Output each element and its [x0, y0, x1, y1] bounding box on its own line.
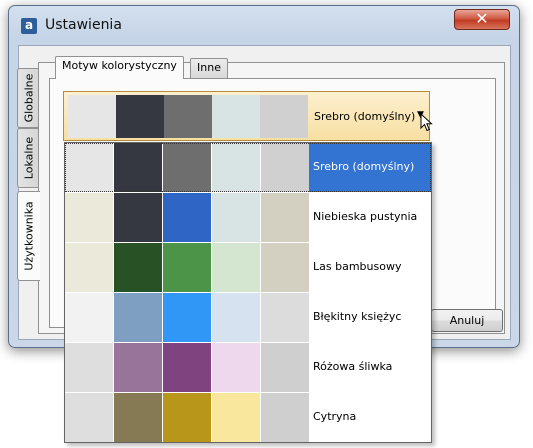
- option-swatches: [65, 243, 310, 292]
- theme-option[interactable]: Srebro (domyślny): [65, 143, 431, 193]
- option-swatch: [114, 393, 162, 442]
- option-swatch: [163, 393, 211, 442]
- theme-dropdown-list[interactable]: Srebro (domyślny) Niebieska pustynia Las…: [64, 142, 432, 443]
- option-swatch: [114, 193, 162, 242]
- theme-option[interactable]: Błękitny księżyc: [65, 293, 431, 343]
- theme-option[interactable]: Niebieska pustynia: [65, 193, 431, 243]
- option-swatch: [261, 193, 309, 242]
- tab-globalne[interactable]: Globalne: [17, 68, 39, 128]
- option-label: Srebro (domyślny): [313, 160, 415, 173]
- tab-inne[interactable]: Inne: [190, 58, 228, 78]
- option-swatch: [261, 143, 309, 192]
- combo-swatch: [68, 95, 116, 138]
- option-swatch: [212, 143, 260, 192]
- tab-lokalne[interactable]: Lokalne: [17, 128, 39, 188]
- combo-swatches: [68, 95, 308, 138]
- window-title: Ustawienia: [45, 17, 122, 33]
- combo-swatch: [164, 95, 212, 138]
- option-swatch: [212, 393, 260, 442]
- tab-uzytkownika[interactable]: Użytkownika: [17, 191, 40, 281]
- option-label: Błękitny księżyc: [313, 310, 402, 323]
- tab-lokalne-label: Lokalne: [22, 136, 35, 180]
- option-swatch: [65, 193, 113, 242]
- option-swatch: [65, 343, 113, 392]
- option-swatch: [163, 243, 211, 292]
- tab-motyw-kolorystyczny[interactable]: Motyw kolorystyczny: [55, 56, 184, 79]
- combo-swatch: [260, 95, 308, 138]
- theme-combobox[interactable]: Srebro (domyślny) ▼: [63, 91, 430, 141]
- option-swatch: [65, 143, 113, 192]
- option-swatch: [114, 143, 162, 192]
- option-swatch: [65, 243, 113, 292]
- option-label: Niebieska pustynia: [313, 210, 418, 223]
- option-swatch: [212, 343, 260, 392]
- close-button[interactable]: ✕: [454, 9, 510, 30]
- option-swatch: [65, 393, 113, 442]
- option-swatch: [65, 293, 113, 342]
- option-swatch: [163, 143, 211, 192]
- combo-swatch: [116, 95, 164, 138]
- option-swatch: [163, 193, 211, 242]
- option-swatches: [65, 293, 310, 342]
- tab-globalne-label: Globalne: [22, 73, 35, 123]
- option-label: Różowa śliwka: [313, 360, 393, 373]
- theme-option[interactable]: Cytryna: [65, 393, 431, 443]
- title-bar[interactable]: a Ustawienia ✕: [9, 6, 519, 46]
- option-swatch: [212, 293, 260, 342]
- option-swatch: [163, 293, 211, 342]
- option-swatch: [163, 343, 211, 392]
- option-swatches: [65, 343, 310, 392]
- theme-option[interactable]: Las bambusowy: [65, 243, 431, 293]
- option-swatch: [261, 293, 309, 342]
- option-label: Las bambusowy: [313, 260, 402, 273]
- combo-selected-label: Srebro (domyślny): [314, 110, 416, 123]
- option-swatch: [114, 243, 162, 292]
- mouse-cursor-icon: [420, 113, 433, 132]
- tab-uzytkownika-label: Użytkownika: [22, 201, 36, 271]
- option-swatch: [114, 343, 162, 392]
- app-icon: a: [21, 18, 37, 34]
- option-swatch: [212, 193, 260, 242]
- combo-swatch: [212, 95, 260, 138]
- cancel-button[interactable]: Anuluj: [431, 309, 503, 332]
- option-swatch: [261, 393, 309, 442]
- option-swatch: [114, 293, 162, 342]
- option-swatch: [261, 343, 309, 392]
- option-swatch: [261, 243, 309, 292]
- option-swatches: [65, 143, 310, 192]
- option-swatch: [212, 243, 260, 292]
- option-swatches: [65, 193, 310, 242]
- option-swatches: [65, 393, 310, 442]
- option-label: Cytryna: [313, 410, 357, 423]
- theme-option[interactable]: Różowa śliwka: [65, 343, 431, 393]
